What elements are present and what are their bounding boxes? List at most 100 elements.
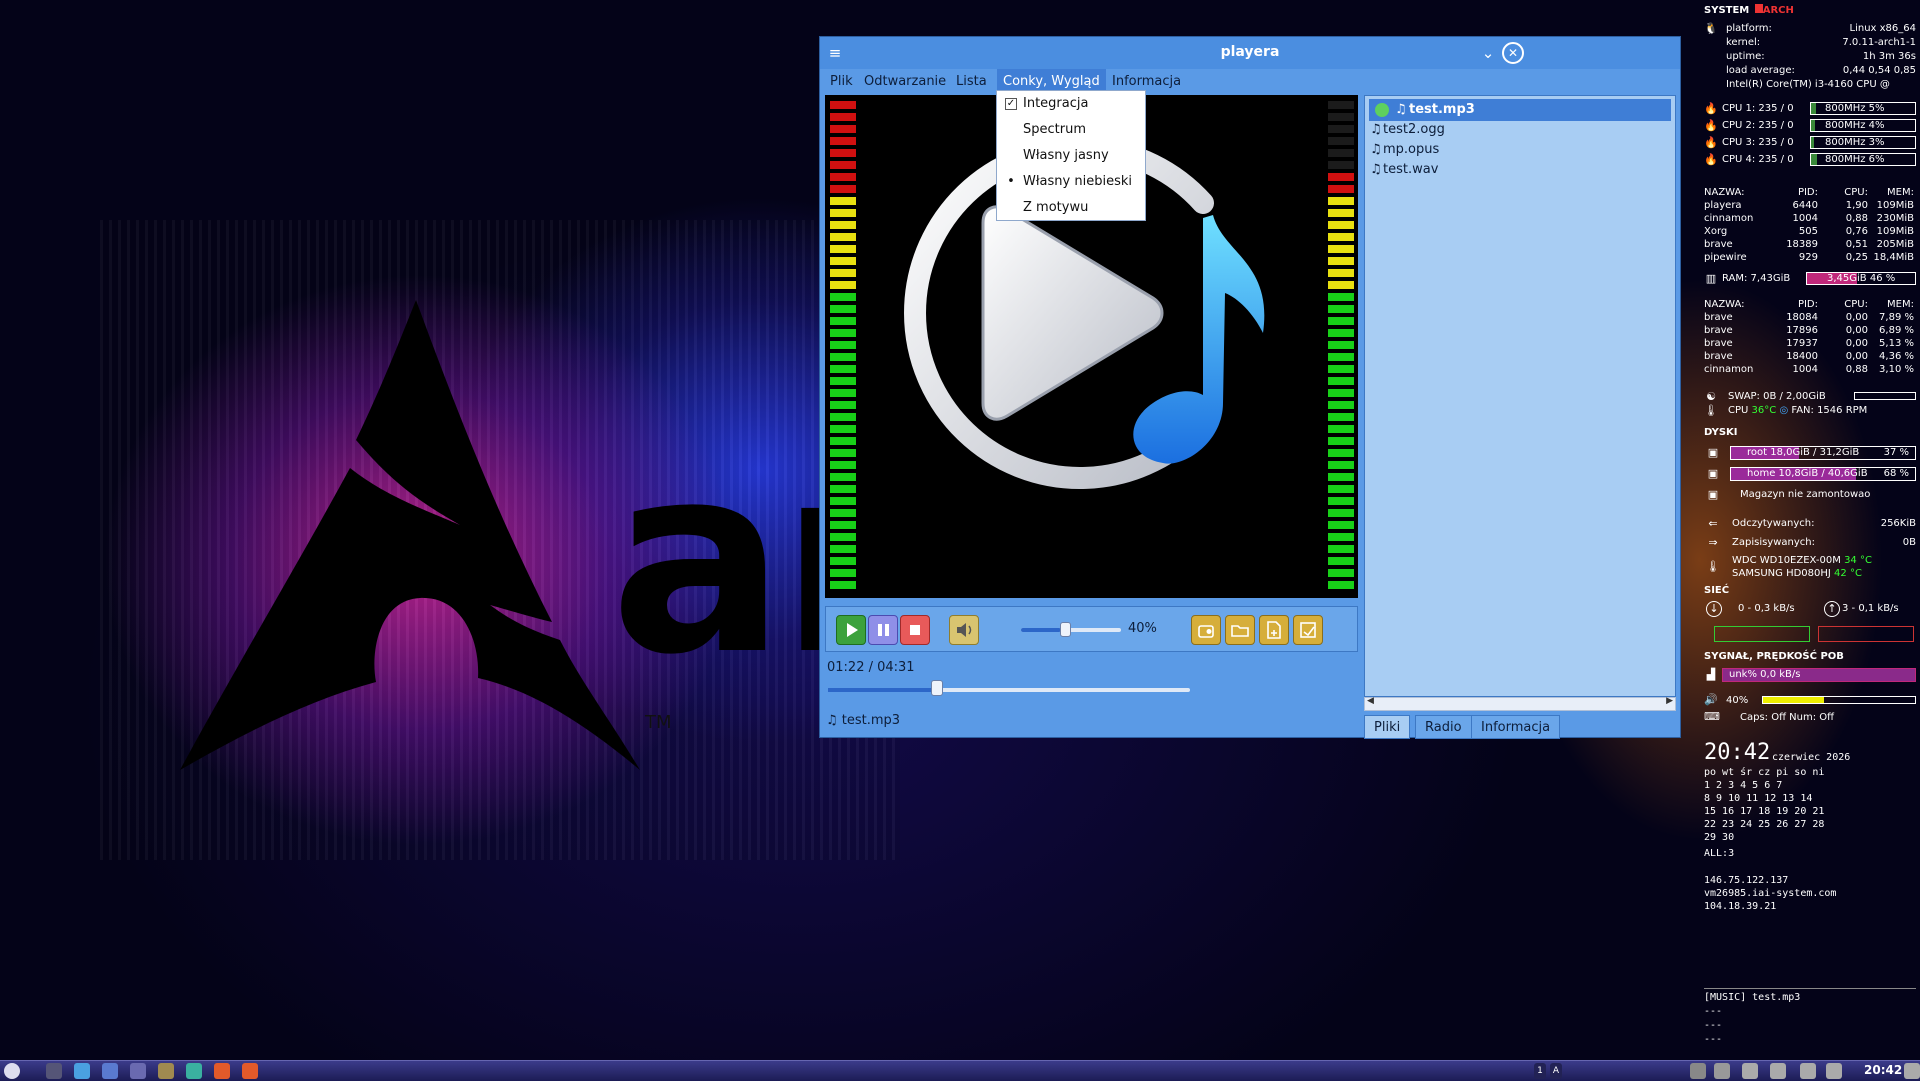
tab-informacja[interactable]: Informacja [1471, 715, 1561, 739]
flame-icon: 🔥 [1704, 119, 1718, 132]
save-playlist-button[interactable] [1293, 615, 1323, 645]
menu-item-spectrum[interactable]: Spectrum [997, 117, 1145, 143]
add-file-button[interactable] [1259, 615, 1289, 645]
title-bar[interactable]: ≡ playera ⌄ ✕ [820, 37, 1680, 69]
ip-address: 146.75.122.137 [1704, 875, 1789, 886]
menu-item-z-motywu[interactable]: Z motywu [997, 195, 1145, 221]
apps-icon[interactable] [102, 1063, 118, 1079]
playlist-item[interactable]: ♫ test.wav [1369, 159, 1671, 181]
vu-segment [830, 221, 856, 229]
vu-segment [1328, 497, 1354, 505]
menu-plik[interactable]: Plik [824, 69, 859, 95]
terminal-icon[interactable] [46, 1063, 62, 1079]
workspace-2[interactable]: A [1550, 1063, 1562, 1079]
radio-button-icon[interactable] [1191, 615, 1221, 645]
vu-segment [830, 269, 856, 277]
ip-address: 104.18.39.21 [1704, 901, 1777, 912]
menu-odtwarzanie[interactable]: Odtwarzanie [858, 69, 952, 95]
menu-item-wlasny-niebieski[interactable]: • Własny niebieski [997, 169, 1145, 195]
player-task-icon[interactable] [74, 1063, 90, 1079]
printer-icon[interactable] [1770, 1063, 1786, 1079]
playlist-panel: ♫ test.mp3 ♫ test2.ogg ♫ mp.opus ♫ test.… [1364, 95, 1676, 697]
taskbar-clock[interactable]: 20:42 [1864, 1063, 1902, 1077]
archive-icon[interactable] [158, 1063, 174, 1079]
vu-segment [830, 113, 856, 121]
settings-icon[interactable] [130, 1063, 146, 1079]
user-icon[interactable] [1904, 1063, 1920, 1079]
vu-segment [830, 461, 856, 469]
vu-segment [830, 365, 856, 373]
menu-bar: Plik Odtwarzanie Lista Conky, Wygląd Inf… [820, 69, 1680, 95]
playlist-item[interactable]: ♫ test.mp3 [1369, 99, 1671, 121]
close-icon[interactable]: ✕ [1502, 42, 1524, 64]
now-playing: ♫ test.mp3 [826, 713, 900, 728]
scroll-left-icon[interactable]: ◀ [1367, 696, 1374, 706]
tray-icon[interactable] [1690, 1063, 1706, 1079]
tray-icon[interactable] [1714, 1063, 1730, 1079]
shield-icon[interactable] [1742, 1063, 1758, 1079]
vu-segment [1328, 293, 1354, 301]
brave-icon[interactable] [214, 1063, 230, 1079]
time-display: 01:22 / 04:31 [827, 660, 915, 675]
flame-icon: 🔥 [1704, 136, 1718, 149]
menu-item-label: Własny niebieski [1023, 174, 1132, 189]
open-folder-button[interactable] [1225, 615, 1255, 645]
platform-label: platform: [1726, 23, 1772, 34]
upload-graph [1818, 626, 1914, 642]
menu-item-wlasny-jasny[interactable]: Własny jasny [997, 143, 1145, 169]
workspace-1[interactable]: 1 [1534, 1063, 1546, 1079]
download-graph [1714, 626, 1810, 642]
cpu-bar: 800MHz 3% [1810, 136, 1916, 149]
tab-radio[interactable]: Radio [1415, 715, 1472, 739]
volume-slider[interactable] [1021, 628, 1121, 632]
seek-fill [828, 688, 937, 692]
seek-slider-handle[interactable] [930, 680, 943, 696]
cpu-bar-text: 800MHz 3% [1825, 137, 1885, 148]
monitor-icon[interactable] [186, 1063, 202, 1079]
volume-fill [1021, 628, 1061, 632]
download-speed: 0 - 0,3 kB/s [1738, 603, 1795, 614]
cpu-label: CPU 4: 235 / 0 [1722, 154, 1794, 165]
kernel-value: 7.0.11-arch1-1 [1842, 37, 1916, 48]
player-window[interactable]: ≡ playera ⌄ ✕ Plik Odtwarzanie Lista Con… [819, 36, 1681, 739]
start-menu-icon[interactable] [4, 1063, 20, 1079]
seek-slider[interactable] [828, 688, 1190, 692]
vu-segment [1328, 401, 1354, 409]
disks-header: DYSKI [1704, 427, 1738, 438]
play-button[interactable] [836, 615, 866, 645]
vu-segment [830, 233, 856, 241]
conky-panel: SYSTEM ARCH 🐧 platform: Linux x86_64 ker… [1700, 0, 1920, 1060]
playlist-item[interactable]: ♫ test2.ogg [1369, 119, 1671, 141]
network-icon[interactable] [1800, 1063, 1816, 1079]
hdd1: WDC WD10EZEX-00M 34 °C [1732, 555, 1872, 566]
table-cell: cinnamon [1704, 213, 1754, 224]
vu-segment [1328, 425, 1354, 433]
controls-bar: 40% [825, 606, 1358, 652]
vu-segment [1328, 233, 1354, 241]
scroll-right-icon[interactable]: ▶ [1666, 696, 1673, 706]
pause-button[interactable] [868, 615, 898, 645]
chevron-down-icon[interactable]: ⌄ [1478, 43, 1498, 63]
table-cell: 0,88 [1845, 364, 1868, 375]
mute-button[interactable] [949, 615, 979, 645]
brave-icon[interactable] [242, 1063, 258, 1079]
stop-button[interactable] [900, 615, 930, 645]
calendar-row: 29 30 [1704, 832, 1735, 843]
arch-logo-icon [180, 300, 640, 770]
volume-icon[interactable] [1826, 1063, 1842, 1079]
music-note-icon: ♫ [1370, 122, 1382, 137]
table-cell: 0,00 [1845, 325, 1868, 336]
cpu-bar-fill [1811, 103, 1817, 114]
cpu-bar: 800MHz 6% [1810, 153, 1916, 166]
cpu-temp-value: 36°C [1751, 405, 1777, 416]
table-cell: 17937 [1786, 338, 1818, 349]
vu-segment [830, 509, 856, 517]
vu-segment [830, 413, 856, 421]
playlist-scrollbar[interactable]: ◀ ▶ [1364, 696, 1676, 711]
volume-slider-handle[interactable] [1060, 622, 1071, 637]
menu-item-integracja[interactable]: ✓ Integracja [997, 91, 1145, 117]
menu-lista[interactable]: Lista [950, 69, 993, 95]
tab-pliki[interactable]: Pliki [1364, 715, 1411, 739]
checkbox-icon[interactable]: ✓ [1005, 98, 1017, 110]
playlist-item[interactable]: ♫ mp.opus [1369, 139, 1671, 161]
